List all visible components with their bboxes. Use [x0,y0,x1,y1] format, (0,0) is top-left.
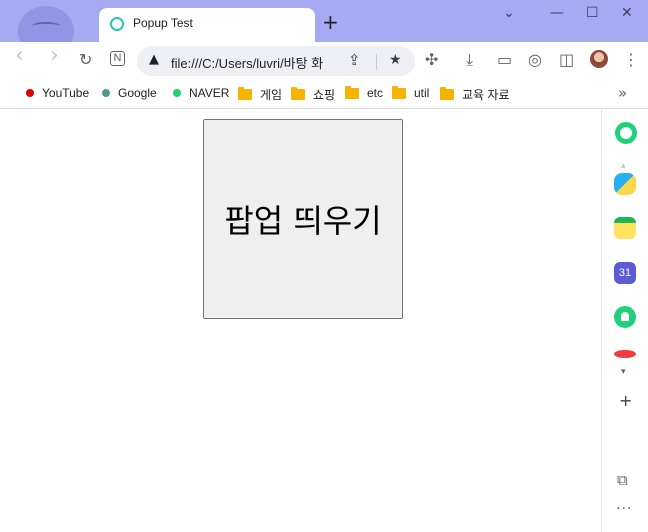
tab-favicon-icon [110,17,124,31]
share-icon[interactable]: ⇪ [348,51,361,69]
maximize-button[interactable]: ☐ [586,4,599,22]
bookmarks-overflow-chevron-icon[interactable]: » [618,84,627,102]
not-secure-warning-icon[interactable]: ▲ [149,52,159,67]
extensions-icon[interactable]: ✣ [425,50,438,70]
minimize-button[interactable]: — [550,4,564,22]
youtube-icon [26,89,34,97]
folder-icon [345,85,359,99]
bookmark-label: 교육 자료 [462,88,510,102]
profile-avatar[interactable] [590,50,608,68]
browser-toolbar: ‹ › ↻ N ▲ file:///C:/Users/luvri/바탕 화 ⇪ … [0,42,648,78]
page-content: 팝업 띄우기 [0,109,601,532]
naver-icon [173,89,181,97]
memo-icon[interactable] [614,217,636,239]
bookmark-naver[interactable]: NAVER [173,86,229,100]
folder-icon [440,87,454,100]
add-sidebar-item-button[interactable]: + [619,391,632,410]
notification-icon[interactable] [614,306,636,328]
scroll-down-icon[interactable]: ▾ [621,367,626,377]
title-bar: Popup Test + ⌄ — ☐ ✕ [0,0,648,56]
camera-icon[interactable]: ▭ [497,50,512,70]
bookmark-label: YouTube [42,86,90,100]
download-icon[interactable]: ⤓ [466,50,473,70]
screenshot-icon[interactable]: ◎ [528,50,542,70]
bookmark-youtube[interactable]: YouTube [26,86,89,100]
tab-search-chevron-icon[interactable]: ⌄ [503,4,515,22]
tab-popup-test[interactable]: Popup Test [99,8,315,42]
google-icon [102,89,110,97]
bookmark-label: util [414,86,430,100]
forward-button[interactable]: › [50,45,59,67]
papago-icon[interactable] [614,173,636,195]
folder-icon [392,85,406,99]
bookmark-folder-education[interactable]: 교육 자료 [440,86,510,103]
open-external-icon[interactable]: ⧉ [617,471,628,489]
address-bar[interactable]: ▲ file:///C:/Users/luvri/바탕 화 ⇪ ★ [137,46,415,76]
folder-icon [291,87,305,100]
scroll-up-icon[interactable]: ▴ [621,161,626,171]
bookmark-folder-shopping[interactable]: 쇼핑 [291,86,335,103]
bookmark-folder-games[interactable]: 게임 [238,86,282,103]
bookmark-star-icon[interactable]: ★ [389,52,402,68]
browser-menu-icon[interactable]: ⋮ [623,50,639,70]
notion-extension-icon[interactable]: N [110,51,125,66]
url-text[interactable]: file:///C:/Users/luvri/바탕 화 [171,53,343,72]
back-button[interactable]: ‹ [15,45,24,67]
bookmark-folder-util[interactable]: util [392,85,430,100]
tab-title: Popup Test [133,16,193,30]
new-tab-button[interactable]: + [322,12,339,32]
open-popup-button[interactable]: 팝업 띄우기 [203,119,403,319]
bookmarks-bar: YouTube Google NAVER 게임 쇼핑 etc util 교육 자… [0,80,648,109]
bookmark-label: etc [367,86,384,100]
bookmark-label: NAVER [189,86,230,100]
bookmark-label: 쇼핑 [313,88,336,102]
omnibox-divider [376,54,377,70]
bookmark-google[interactable]: Google [102,86,157,100]
whale-green-icon[interactable] [615,122,637,144]
split-view-icon[interactable]: ◫ [559,50,574,70]
folder-icon [238,87,252,100]
side-panel-more-icon[interactable]: ··· [616,501,632,517]
bookmark-label: 게임 [260,88,283,102]
side-panel: ▴ 31 ▾ + ⧉ ··· [601,109,648,532]
close-button[interactable]: ✕ [621,4,633,22]
bookmark-folder-etc[interactable]: etc [345,85,384,100]
bookmark-label: Google [118,86,157,100]
red-app-icon[interactable] [614,350,636,358]
calendar-icon[interactable]: 31 [614,262,636,284]
reload-button[interactable]: ↻ [79,50,92,70]
